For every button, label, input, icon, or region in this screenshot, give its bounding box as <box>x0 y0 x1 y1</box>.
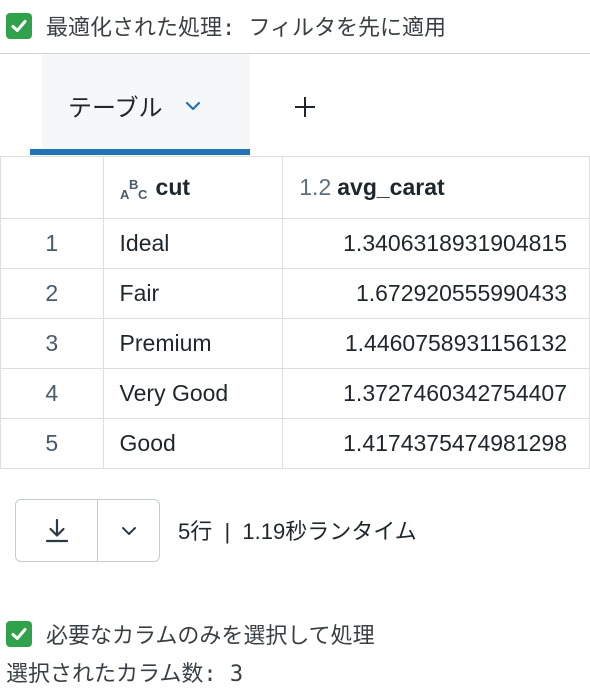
table-row[interactable]: 4 Very Good 1.3727460342754407 <box>0 368 590 419</box>
abc-icon: A B C <box>120 177 148 201</box>
column-header-cut[interactable]: A B C cut <box>102 156 284 219</box>
index-header <box>0 156 104 219</box>
run-info: 5行 | 1.19秒ランタイム <box>178 519 417 544</box>
cell-cut[interactable]: Ideal <box>102 218 284 269</box>
row-index: 2 <box>0 268 104 319</box>
bottom-status-text: 必要なカラムのみを選択して処理 <box>46 624 375 649</box>
download-split-button <box>15 499 160 562</box>
tab-table-label: テーブル <box>68 95 163 122</box>
cell-avg-carat[interactable]: 1.672920555990433 <box>282 268 590 319</box>
check-icon <box>6 13 32 39</box>
svg-text:B: B <box>129 177 138 192</box>
row-index: 5 <box>0 418 104 469</box>
chevron-down-icon[interactable] <box>185 101 201 111</box>
cell-avg-carat[interactable]: 1.3406318931904815 <box>282 218 590 269</box>
top-status-text: 最適化された処理: フィルタを先に適用 <box>46 16 447 41</box>
table-row[interactable]: 1 Ideal 1.3406318931904815 <box>0 218 590 269</box>
cell-avg-carat[interactable]: 1.4460758931156132 <box>282 318 590 369</box>
check-icon <box>6 621 32 647</box>
results-table: A B C cut 1.2 avg_carat 1 Ideal 1.3406318… <box>0 156 590 469</box>
cell-cut[interactable]: Very Good <box>102 368 284 419</box>
cell-cut[interactable]: Premium <box>102 318 284 369</box>
table-header-row: A B C cut 1.2 avg_carat <box>0 156 590 219</box>
chevron-down-icon <box>121 526 136 535</box>
row-index: 4 <box>0 368 104 419</box>
tab-bar: テーブル <box>0 54 590 157</box>
plus-icon <box>295 97 315 117</box>
add-tab-button[interactable] <box>290 92 320 122</box>
column-label: cut <box>155 174 191 200</box>
svg-text:C: C <box>138 187 148 201</box>
row-index: 3 <box>0 318 104 369</box>
download-options-button[interactable] <box>98 500 159 561</box>
selected-columns-count: 選択されたカラム数: 3 <box>6 662 244 687</box>
table-row[interactable]: 3 Premium 1.4460758931156132 <box>0 318 590 369</box>
download-button[interactable] <box>16 500 98 561</box>
cell-avg-carat[interactable]: 1.3727460342754407 <box>282 368 590 419</box>
top-status-line: 最適化された処理: フィルタを先に適用 <box>6 6 446 46</box>
column-header-avg-carat[interactable]: 1.2 avg_carat <box>282 156 590 219</box>
cell-cut[interactable]: Fair <box>102 268 284 319</box>
column-label: avg_carat <box>337 174 445 200</box>
table-row[interactable]: 2 Fair 1.672920555990433 <box>0 268 590 319</box>
tab-active-indicator <box>30 149 250 155</box>
bottom-status-line: 必要なカラムのみを選択して処理 <box>6 614 375 654</box>
cell-cut[interactable]: Good <box>102 418 284 469</box>
row-index: 1 <box>0 218 104 269</box>
table-row[interactable]: 5 Good 1.4174375474981298 <box>0 418 590 469</box>
tab-table[interactable]: テーブル <box>42 54 250 157</box>
download-icon <box>45 518 68 542</box>
cell-avg-carat[interactable]: 1.4174375474981298 <box>282 418 590 469</box>
numeric-type-badge: 1.2 <box>299 174 332 200</box>
